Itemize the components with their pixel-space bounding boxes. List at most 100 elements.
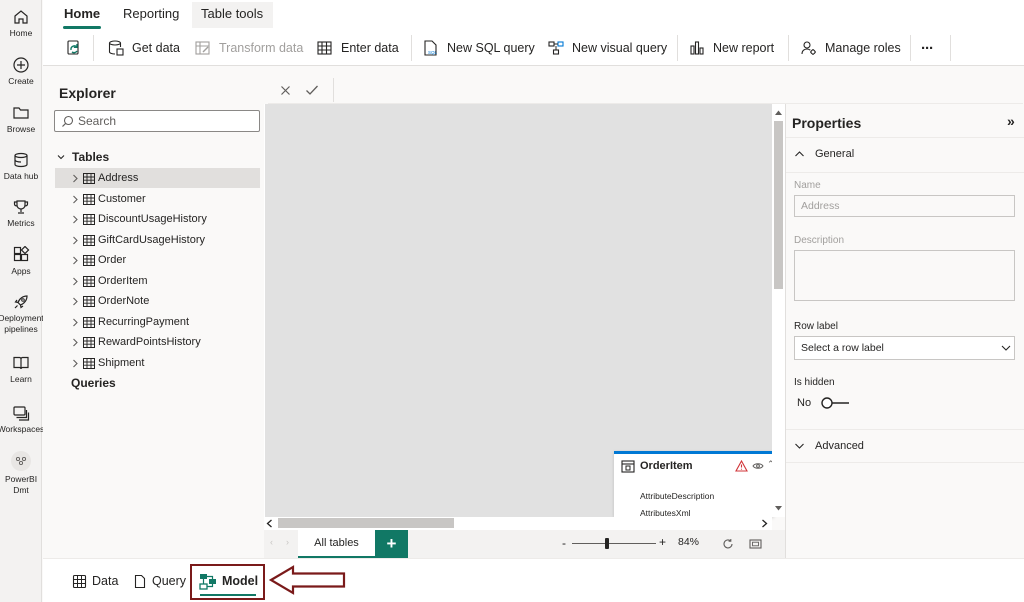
- nav-learn[interactable]: Learn: [0, 354, 42, 385]
- scrollbar-thumb[interactable]: [278, 518, 454, 528]
- commit-checkmark-icon[interactable]: [305, 84, 319, 96]
- nav-metrics[interactable]: Metrics: [0, 198, 42, 229]
- new-report-label: New report: [713, 41, 775, 55]
- table-item[interactable]: OrderItem: [55, 271, 260, 291]
- scroll-up-icon[interactable]: [774, 109, 783, 116]
- nav-deployment-pipelines[interactable]: Deployment pipelines: [0, 293, 44, 335]
- data-view-tab[interactable]: Data: [72, 567, 118, 595]
- reset-layout-icon[interactable]: [722, 538, 734, 550]
- nav-data-hub[interactable]: Data hub: [0, 151, 42, 182]
- enter-data-button[interactable]: Enter data: [316, 35, 399, 61]
- canvas-horizontal-scrollbar[interactable]: [264, 517, 772, 530]
- zoom-out-button[interactable]: -: [562, 536, 566, 550]
- row-label-label: Row label: [794, 321, 838, 332]
- chevron-right-icon: [73, 195, 78, 203]
- divider: [786, 462, 1024, 463]
- document-icon: [134, 574, 146, 588]
- tab-home[interactable]: Home: [55, 2, 109, 29]
- tables-group-header[interactable]: Tables: [56, 150, 109, 164]
- nav-home[interactable]: Home: [0, 8, 42, 39]
- fit-to-screen-icon[interactable]: [749, 538, 762, 550]
- add-layout-button[interactable]: +: [375, 530, 408, 558]
- table-item-label: Customer: [98, 192, 146, 205]
- is-hidden-toggle[interactable]: [820, 396, 850, 410]
- nav-create[interactable]: Create: [0, 56, 42, 87]
- left-arrow-annotation-icon: [268, 565, 346, 595]
- new-sql-query-label: New SQL query: [447, 41, 535, 55]
- tab-reporting[interactable]: Reporting: [114, 2, 188, 28]
- eye-icon[interactable]: [752, 462, 764, 470]
- nav-powerbi-dmt[interactable]: PowerBI Dmt: [0, 450, 42, 496]
- divider: [786, 137, 1024, 138]
- table-item[interactable]: RecurringPayment: [55, 312, 260, 332]
- model-canvas[interactable]: OrderItem ⌃ AttributeDescription Attribu…: [264, 104, 775, 518]
- zoom-slider-track[interactable]: [572, 543, 656, 544]
- query-view-tab[interactable]: Query: [133, 567, 186, 595]
- column-item[interactable]: AttributeDescription: [640, 491, 714, 501]
- scroll-left-icon[interactable]: [266, 519, 273, 528]
- manage-roles-button[interactable]: Manage roles: [800, 35, 901, 61]
- description-field[interactable]: [794, 250, 1015, 301]
- svg-text:SQL: SQL: [428, 50, 438, 55]
- name-field[interactable]: Address: [794, 195, 1015, 217]
- general-label: General: [815, 148, 855, 160]
- canvas-vertical-scrollbar[interactable]: [772, 104, 785, 517]
- cancel-icon[interactable]: [280, 85, 291, 96]
- nav-browse[interactable]: Browse: [0, 104, 42, 135]
- table-icon: [83, 193, 95, 205]
- table-card-orderitem[interactable]: OrderItem ⌃ AttributeDescription Attribu…: [614, 451, 775, 518]
- data-view-label: Data: [92, 574, 119, 588]
- advanced-section-header[interactable]: Advanced: [794, 440, 864, 452]
- general-section-header[interactable]: General: [794, 148, 854, 160]
- left-navigation: Home Create Browse Data hub Metrics Apps…: [0, 0, 44, 602]
- table-item[interactable]: Customer: [55, 189, 260, 209]
- table-item[interactable]: Address: [55, 168, 260, 188]
- table-icon: [83, 234, 95, 246]
- table-item[interactable]: Order: [55, 250, 260, 270]
- scroll-right-icon[interactable]: [761, 519, 768, 528]
- new-report-button[interactable]: New report: [688, 35, 774, 61]
- more-options-button[interactable]: ···: [921, 35, 934, 61]
- table-item[interactable]: Shipment: [55, 353, 260, 373]
- nav-apps[interactable]: Apps: [0, 246, 42, 277]
- new-sql-query-button[interactable]: SQL New SQL query: [422, 35, 535, 61]
- chevron-up-icon: [795, 151, 804, 157]
- scrollbar-thumb[interactable]: [774, 121, 783, 289]
- description-label: Description: [794, 235, 845, 246]
- tab-all-tables[interactable]: All tables: [298, 530, 375, 558]
- table-item[interactable]: RewardPointsHistory: [55, 332, 260, 352]
- refresh-button[interactable]: [65, 35, 90, 61]
- model-diagram-icon: [199, 573, 216, 590]
- nav-powerbi-label-2: Dmt: [13, 485, 29, 495]
- table-item[interactable]: GiftCardUsageHistory: [55, 230, 260, 250]
- apps-icon: [13, 246, 30, 262]
- chevron-down-icon: [57, 155, 65, 160]
- model-view-tab[interactable]: Model: [199, 567, 258, 595]
- zoom-in-button[interactable]: +: [659, 535, 666, 549]
- search-placeholder: Search: [78, 114, 117, 128]
- tab-table-tools[interactable]: Table tools: [192, 2, 273, 28]
- table-item[interactable]: OrderNote: [55, 291, 260, 311]
- get-data-button[interactable]: Get data: [107, 35, 180, 61]
- nav-home-label: Home: [9, 28, 33, 38]
- row-label-dropdown[interactable]: Select a row label: [794, 336, 1015, 360]
- prev-layout-icon[interactable]: ‹: [270, 537, 273, 547]
- table-item[interactable]: DiscountUsageHistory: [55, 209, 260, 229]
- enter-data-label: Enter data: [341, 41, 399, 55]
- new-visual-query-button[interactable]: New visual query: [547, 35, 667, 61]
- collapse-pane-button[interactable]: »: [1007, 113, 1015, 129]
- chevron-down-icon: [1001, 345, 1011, 351]
- queries-header[interactable]: Queries: [71, 376, 116, 390]
- chevron-right-icon: [73, 318, 78, 326]
- search-input[interactable]: Search: [54, 110, 260, 132]
- transform-data-icon: [195, 41, 210, 55]
- next-layout-icon[interactable]: ›: [286, 537, 289, 547]
- explorer-pane: Explorer Search Tables Address Customer Di…: [43, 66, 265, 558]
- properties-pane: Properties » General Name Address Descri…: [785, 104, 1024, 558]
- nav-workspaces[interactable]: Workspaces: [0, 404, 44, 435]
- zoom-slider-thumb[interactable]: [604, 538, 609, 549]
- layout-tab-bar: ‹ › All tables + - + 84%: [264, 530, 785, 558]
- scroll-down-icon[interactable]: [774, 505, 783, 512]
- table-icon: [83, 337, 95, 348]
- transform-data-button[interactable]: Transform data: [194, 35, 303, 61]
